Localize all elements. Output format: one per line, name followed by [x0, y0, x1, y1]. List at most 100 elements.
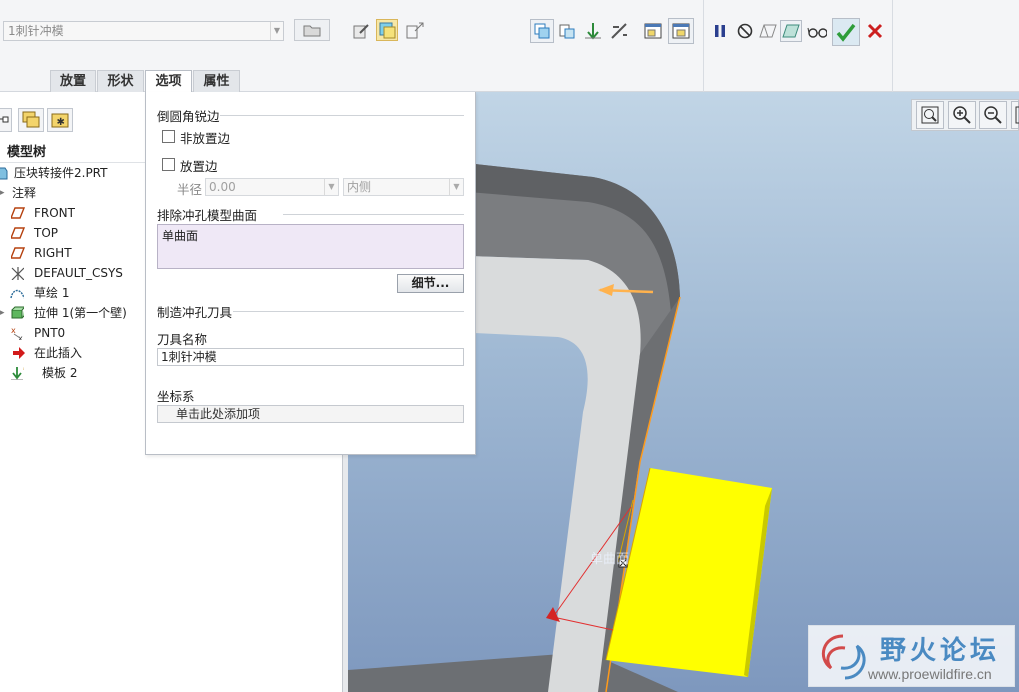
favorites-folder-icon: ✱	[51, 113, 69, 128]
punch-tool-combo[interactable]: 1刺针冲模 ▼	[3, 21, 284, 41]
exclude-surfaces-heading: 排除冲孔模型曲面	[157, 208, 258, 223]
datum-plane-icon	[11, 207, 25, 219]
tool-name-value: 1刺针冲模	[161, 350, 217, 364]
separate-preview-button[interactable]	[757, 20, 779, 42]
tree-item-form[interactable]: * 模板 2	[0, 364, 146, 382]
preview-window-button[interactable]	[642, 20, 664, 42]
folder-browser-button[interactable]	[18, 108, 44, 132]
zoom-in-icon	[953, 106, 971, 124]
section-divider	[233, 311, 464, 312]
attached-preview-button[interactable]	[780, 20, 802, 42]
exclude-collector-item[interactable]: 单曲面	[162, 229, 198, 243]
coordinate-placement-icon	[559, 24, 575, 39]
details-button[interactable]: 细节...	[397, 274, 464, 293]
radius-label: 半径	[177, 182, 203, 197]
tree-item-insert-here[interactable]: 在此插入	[0, 344, 146, 362]
tree-item-label: 压块转接件2.PRT	[14, 166, 108, 180]
tree-item-right[interactable]: RIGHT	[0, 244, 146, 262]
flip-side-icon	[611, 23, 627, 39]
exclude-surfaces-collector[interactable]: 单曲面	[157, 224, 464, 269]
refit-icon	[921, 106, 939, 124]
tree-item-label: 草绘 1	[34, 286, 70, 300]
section-divider	[283, 214, 464, 215]
tool-name-label: 刀具名称	[157, 332, 208, 347]
tab-shape[interactable]: 形状	[97, 70, 144, 92]
options-panel: 倒圆角锐边 非放置边 放置边 半径 0.00 ▼ 内侧 ▼ 排除冲孔模型曲面 单…	[145, 92, 476, 455]
tab-shape-label: 形状	[107, 74, 134, 89]
csys-collector[interactable]: 单击此处添加项	[157, 405, 464, 423]
tab-options[interactable]: 选项	[145, 70, 192, 93]
placement-type-button[interactable]	[530, 19, 554, 43]
flip-direction-button[interactable]	[404, 20, 426, 42]
part-icon	[0, 167, 8, 180]
tree-item-label: 注释	[12, 186, 37, 200]
watermark-url: www.proewildfire.cn	[868, 666, 992, 682]
radius-input[interactable]: 0.00 ▼	[205, 178, 339, 196]
zoom-out-icon	[984, 106, 1002, 124]
no-preview-button[interactable]	[734, 20, 756, 42]
pause-icon	[715, 25, 725, 37]
expand-arrow-icon[interactable]: ▸	[0, 184, 5, 202]
tree-item-annotations[interactable]: ▸ 注释	[0, 184, 146, 202]
tree-item-extrude[interactable]: ▸ 拉伸 1(第一个壁)	[0, 304, 146, 322]
close-icon	[867, 23, 883, 39]
datum-plane-icon	[11, 247, 25, 259]
tree-item-label: TOP	[34, 226, 59, 240]
tree-item-label: 模板 2	[42, 366, 78, 380]
zoom-in-button[interactable]	[948, 101, 976, 129]
open-folder-button[interactable]	[294, 19, 330, 41]
tab-placement[interactable]: 放置	[50, 70, 96, 92]
tree-item-top[interactable]: TOP	[0, 224, 146, 242]
tree-item-pnt0[interactable]: xx PNT0	[0, 324, 146, 342]
placement-edges-checkbox[interactable]	[162, 158, 175, 171]
zoom-out-button[interactable]	[979, 101, 1007, 129]
tree-item-front[interactable]: FRONT	[0, 204, 146, 222]
csys-collector-prompt: 单击此处添加项	[176, 407, 261, 421]
placement-type-icon	[534, 23, 550, 39]
favorites-button[interactable]: ✱	[47, 108, 73, 132]
tree-item-sketch[interactable]: 草绘 1	[0, 284, 146, 302]
chevron-down-icon[interactable]: ▼	[324, 179, 338, 195]
expand-arrow-icon[interactable]: ▸	[0, 304, 5, 322]
datum-plane-icon	[11, 227, 25, 239]
side-value: 内侧	[347, 180, 372, 194]
tab-placement-label: 放置	[59, 74, 86, 89]
flip-side-button[interactable]	[608, 20, 630, 42]
tree-item-part[interactable]: 压块转接件2.PRT	[0, 164, 146, 182]
reference-part-icon	[379, 22, 396, 39]
reference-part-button[interactable]	[376, 19, 398, 41]
coordinate-placement-button[interactable]	[556, 20, 578, 42]
sketch-icon	[10, 289, 24, 299]
subwindow-button[interactable]	[668, 18, 694, 44]
chevron-down-icon[interactable]: ▼	[270, 22, 283, 40]
edit-template-button[interactable]	[350, 20, 372, 42]
tree-item-default-csys[interactable]: DEFAULT_CSYS	[0, 264, 146, 282]
non-placement-edges-checkbox[interactable]	[162, 130, 175, 143]
cancel-button[interactable]	[864, 20, 886, 42]
chevron-down-icon[interactable]: ▼	[449, 179, 463, 195]
folder-stack-icon	[22, 111, 40, 128]
section-divider	[220, 115, 464, 116]
refit-button[interactable]	[916, 101, 944, 129]
non-placement-edges-label: 非放置边	[180, 131, 231, 146]
model-tree-divider	[0, 162, 146, 163]
node-icon	[0, 116, 9, 123]
tool-name-input[interactable]: 1刺针冲模	[157, 348, 464, 366]
side-select[interactable]: 内侧 ▼	[343, 178, 464, 196]
placement-edges-label: 放置边	[180, 159, 218, 174]
radius-value: 0.00	[209, 180, 236, 194]
layer-tree-button[interactable]	[0, 108, 12, 132]
edit-template-icon	[353, 24, 369, 39]
verify-glasses-button[interactable]	[806, 20, 828, 42]
pause-button[interactable]	[709, 20, 731, 42]
repaint-button[interactable]	[1011, 101, 1019, 129]
tree-item-label: FRONT	[34, 206, 75, 220]
round-sharp-edges-heading: 倒圆角锐边	[157, 109, 220, 124]
apply-button[interactable]	[832, 18, 860, 46]
toolbar-separator	[892, 0, 893, 92]
watermark-title: 野火论坛	[880, 636, 1001, 666]
tab-properties[interactable]: 属性	[193, 70, 240, 92]
form-direction-button[interactable]	[582, 20, 604, 42]
viewport-surface-label: 单曲面	[590, 552, 630, 567]
csys-label: 坐标系	[157, 389, 195, 404]
